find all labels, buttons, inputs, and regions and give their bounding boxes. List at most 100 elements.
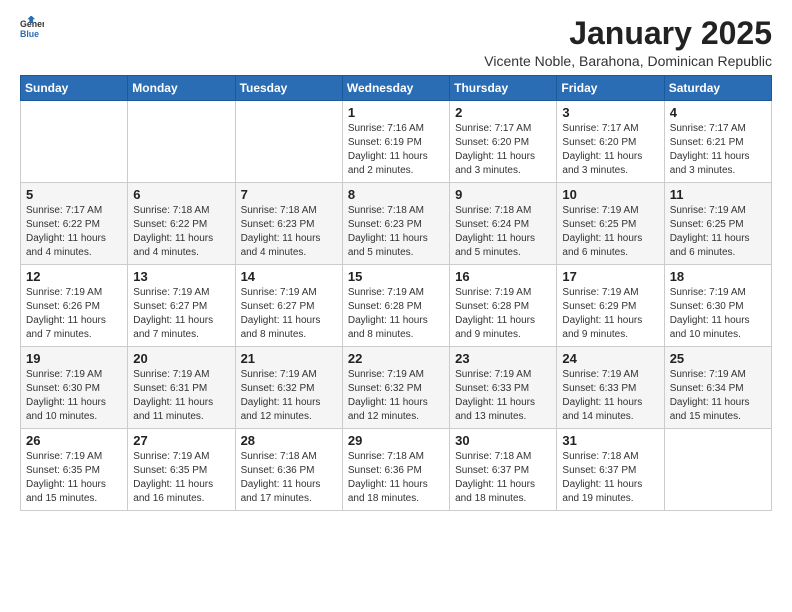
day-cell: 8Sunrise: 7:18 AM Sunset: 6:23 PM Daylig… (342, 183, 449, 265)
main-title: January 2025 (484, 16, 772, 51)
day-info: Sunrise: 7:19 AM Sunset: 6:33 PM Dayligh… (562, 368, 658, 424)
title-block: January 2025 Vicente Noble, Barahona, Do… (484, 16, 772, 69)
day-info: Sunrise: 7:18 AM Sunset: 6:37 PM Dayligh… (562, 450, 658, 506)
day-number: 21 (241, 351, 337, 366)
week-row-5: 26 Sunrise: 7:19 AM Sunset: 6:35 PM Dayli… (21, 429, 772, 511)
day-number: 11 (670, 187, 766, 202)
day-number: 30 (455, 433, 551, 448)
subtitle: Vicente Noble, Barahona, Dominican Repub… (484, 53, 772, 69)
day-number: 25 (670, 351, 766, 366)
day-cell: 13 Sunrise: 7:19 AM Sunset: 6:27 PM Dayli… (128, 265, 235, 347)
day-cell: 3Sunrise: 7:17 AM Sunset: 6:20 PM Daylig… (557, 101, 664, 183)
day-cell: 2 Sunrise: 7:17 AM Sunset: 6:20 PM Daylig… (450, 101, 557, 183)
day-info: Sunrise: 7:18 AM Sunset: 6:36 PM Dayligh… (348, 450, 444, 506)
day-info: Sunrise: 7:19 AM Sunset: 6:34 PM Dayligh… (670, 368, 766, 424)
day-cell: 9Sunrise: 7:18 AM Sunset: 6:24 PM Daylig… (450, 183, 557, 265)
day-number: 29 (348, 433, 444, 448)
day-number: 23 (455, 351, 551, 366)
day-info: Sunrise: 7:19 AM Sunset: 6:28 PM Dayligh… (348, 286, 444, 342)
day-info: Sunrise: 7:19 AM Sunset: 6:32 PM Dayligh… (348, 368, 444, 424)
day-number: 7 (241, 187, 337, 202)
day-cell (664, 429, 771, 511)
day-number: 13 (133, 269, 229, 284)
day-number: 4 (670, 105, 766, 120)
day-info: Sunrise: 7:18 AM Sunset: 6:36 PM Dayligh… (241, 450, 337, 506)
day-cell: 4 Sunrise: 7:17 AM Sunset: 6:21 PM Daylig… (664, 101, 771, 183)
day-number: 6 (133, 187, 229, 202)
day-info: Sunrise: 7:18 AM Sunset: 6:23 PM Dayligh… (241, 204, 337, 260)
day-info: Sunrise: 7:19 AM Sunset: 6:29 PM Dayligh… (562, 286, 658, 342)
day-cell: 24 Sunrise: 7:19 AM Sunset: 6:33 PM Dayli… (557, 347, 664, 429)
logo-icon: General Blue (20, 16, 44, 40)
day-number: 12 (26, 269, 122, 284)
day-info: Sunrise: 7:19 AM Sunset: 6:28 PM Dayligh… (455, 286, 551, 342)
day-info: Sunrise: 7:18 AM Sunset: 6:22 PM Dayligh… (133, 204, 229, 260)
day-number: 28 (241, 433, 337, 448)
week-row-2: 5 Sunrise: 7:17 AM Sunset: 6:22 PM Daylig… (21, 183, 772, 265)
day-info: Sunrise: 7:19 AM Sunset: 6:31 PM Dayligh… (133, 368, 229, 424)
day-info: Sunrise: 7:19 AM Sunset: 6:27 PM Dayligh… (241, 286, 337, 342)
day-cell: 17 Sunrise: 7:19 AM Sunset: 6:29 PM Dayli… (557, 265, 664, 347)
day-cell (235, 101, 342, 183)
day-info: Sunrise: 7:19 AM Sunset: 6:32 PM Dayligh… (241, 368, 337, 424)
day-info: Sunrise: 7:17 AM Sunset: 6:20 PM Dayligh… (455, 122, 551, 178)
day-cell: 18 Sunrise: 7:19 AM Sunset: 6:30 PM Dayli… (664, 265, 771, 347)
day-cell: 30 Sunrise: 7:18 AM Sunset: 6:37 PM Dayli… (450, 429, 557, 511)
day-cell: 31 Sunrise: 7:18 AM Sunset: 6:37 PM Dayli… (557, 429, 664, 511)
day-info: Sunrise: 7:19 AM Sunset: 6:25 PM Dayligh… (562, 204, 658, 260)
day-info: Sunrise: 7:19 AM Sunset: 6:35 PM Dayligh… (133, 450, 229, 506)
day-info: Sunrise: 7:18 AM Sunset: 6:37 PM Dayligh… (455, 450, 551, 506)
day-number: 18 (670, 269, 766, 284)
day-info: Sunrise: 7:16 AM Sunset: 6:19 PM Dayligh… (348, 122, 444, 178)
day-info: Sunrise: 7:17 AM Sunset: 6:20 PM Dayligh… (562, 122, 658, 178)
day-cell: 7 Sunrise: 7:18 AM Sunset: 6:23 PM Daylig… (235, 183, 342, 265)
day-info: Sunrise: 7:19 AM Sunset: 6:25 PM Dayligh… (670, 204, 766, 260)
day-number: 8 (348, 187, 444, 202)
day-cell: 28 Sunrise: 7:18 AM Sunset: 6:36 PM Dayli… (235, 429, 342, 511)
day-cell: 14Sunrise: 7:19 AM Sunset: 6:27 PM Dayli… (235, 265, 342, 347)
day-info: Sunrise: 7:17 AM Sunset: 6:22 PM Dayligh… (26, 204, 122, 260)
day-cell: 23 Sunrise: 7:19 AM Sunset: 6:33 PM Dayli… (450, 347, 557, 429)
day-cell: 25 Sunrise: 7:19 AM Sunset: 6:34 PM Dayli… (664, 347, 771, 429)
header-row: Sunday Monday Tuesday Wednesday Thursday… (21, 76, 772, 101)
day-number: 2 (455, 105, 551, 120)
col-monday: Monday (128, 76, 235, 101)
week-row-1: 1 Sunrise: 7:16 AM Sunset: 6:19 PM Daylig… (21, 101, 772, 183)
week-row-3: 12 Sunrise: 7:19 AM Sunset: 6:26 PM Dayli… (21, 265, 772, 347)
day-number: 1 (348, 105, 444, 120)
day-cell (21, 101, 128, 183)
day-info: Sunrise: 7:19 AM Sunset: 6:27 PM Dayligh… (133, 286, 229, 342)
week-row-4: 19Sunrise: 7:19 AM Sunset: 6:30 PM Dayli… (21, 347, 772, 429)
day-cell: 19Sunrise: 7:19 AM Sunset: 6:30 PM Dayli… (21, 347, 128, 429)
day-number: 26 (26, 433, 122, 448)
day-cell: 1 Sunrise: 7:16 AM Sunset: 6:19 PM Daylig… (342, 101, 449, 183)
day-cell: 22Sunrise: 7:19 AM Sunset: 6:32 PM Dayli… (342, 347, 449, 429)
day-number: 5 (26, 187, 122, 202)
svg-text:Blue: Blue (20, 29, 39, 39)
day-info: Sunrise: 7:18 AM Sunset: 6:24 PM Dayligh… (455, 204, 551, 260)
header: General Blue January 2025 Vicente Noble,… (20, 16, 772, 69)
day-info: Sunrise: 7:19 AM Sunset: 6:30 PM Dayligh… (26, 368, 122, 424)
day-cell: 26 Sunrise: 7:19 AM Sunset: 6:35 PM Dayli… (21, 429, 128, 511)
day-number: 31 (562, 433, 658, 448)
day-number: 10 (562, 187, 658, 202)
day-info: Sunrise: 7:19 AM Sunset: 6:26 PM Dayligh… (26, 286, 122, 342)
day-number: 20 (133, 351, 229, 366)
day-cell: 29 Sunrise: 7:18 AM Sunset: 6:36 PM Dayli… (342, 429, 449, 511)
day-info: Sunrise: 7:19 AM Sunset: 6:30 PM Dayligh… (670, 286, 766, 342)
day-info: Sunrise: 7:19 AM Sunset: 6:33 PM Dayligh… (455, 368, 551, 424)
day-cell: 11 Sunrise: 7:19 AM Sunset: 6:25 PM Dayli… (664, 183, 771, 265)
col-friday: Friday (557, 76, 664, 101)
day-cell: 20 Sunrise: 7:19 AM Sunset: 6:31 PM Dayli… (128, 347, 235, 429)
day-number: 27 (133, 433, 229, 448)
day-info: Sunrise: 7:17 AM Sunset: 6:21 PM Dayligh… (670, 122, 766, 178)
day-cell: 15Sunrise: 7:19 AM Sunset: 6:28 PM Dayli… (342, 265, 449, 347)
day-number: 24 (562, 351, 658, 366)
day-number: 17 (562, 269, 658, 284)
day-cell: 21 Sunrise: 7:19 AM Sunset: 6:32 PM Dayli… (235, 347, 342, 429)
col-wednesday: Wednesday (342, 76, 449, 101)
day-cell: 6 Sunrise: 7:18 AM Sunset: 6:22 PM Daylig… (128, 183, 235, 265)
day-info: Sunrise: 7:19 AM Sunset: 6:35 PM Dayligh… (26, 450, 122, 506)
col-saturday: Saturday (664, 76, 771, 101)
day-cell: 27 Sunrise: 7:19 AM Sunset: 6:35 PM Dayli… (128, 429, 235, 511)
